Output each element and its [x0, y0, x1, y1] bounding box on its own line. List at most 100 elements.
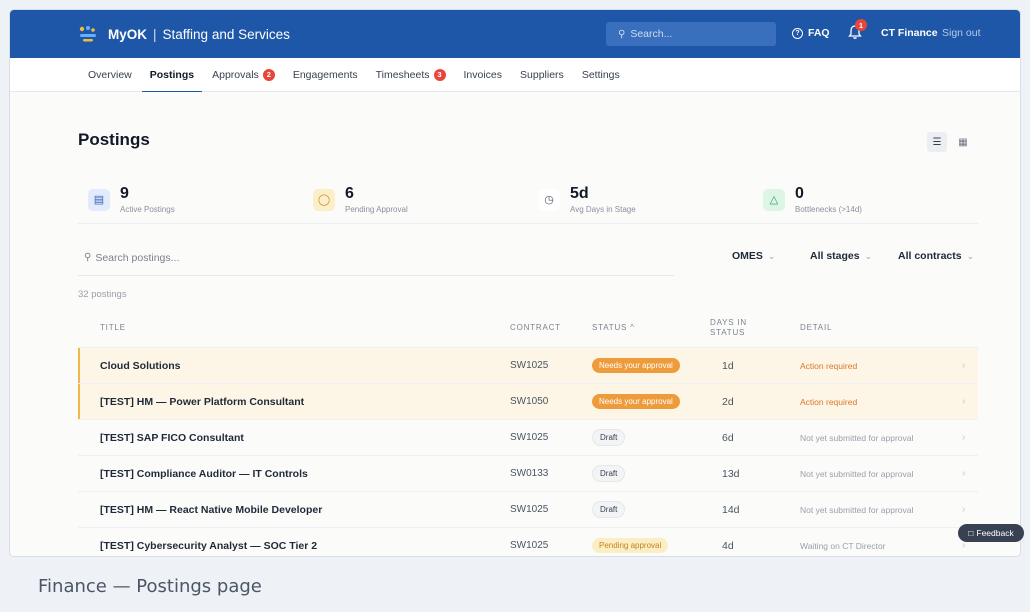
stats-bar: ▤ 9 Active Postings ◯ 6 Pending Approval ◷…	[78, 176, 978, 224]
feedback-button[interactable]: □ Feedback	[958, 524, 1024, 542]
tab-label: Engagements	[292, 68, 358, 81]
days-in-status: 1d	[722, 359, 734, 372]
detail-text: Action required	[800, 360, 858, 371]
days-header-line1: DAYS IN	[710, 318, 748, 327]
dropdown-value: All contracts	[898, 250, 962, 262]
table-row[interactable]: [TEST] SAP FICO Consultant SW1025 Draft …	[78, 420, 978, 456]
feedback-label: Feedback	[976, 528, 1014, 538]
screenshot-caption: Finance — Postings page	[38, 576, 262, 597]
faq-link[interactable]: ? FAQ	[792, 27, 830, 39]
global-search-placeholder: Search...	[630, 28, 673, 40]
tab-suppliers[interactable]: Suppliers	[520, 58, 564, 92]
stat-active-postings: ▤ 9 Active Postings	[78, 176, 303, 224]
faq-label: FAQ	[808, 27, 830, 39]
stat-value: 0	[795, 184, 804, 202]
tab-approvals[interactable]: Approvals 2	[212, 58, 275, 92]
view-toggle: ☰ ▦	[927, 132, 973, 152]
global-search-input[interactable]: ⚲ Search...	[606, 22, 776, 46]
status-badge: Draft	[592, 465, 626, 482]
status-badge: Needs your approval	[592, 358, 680, 373]
main-nav: Overview Postings Approvals 2 Engagements…	[10, 58, 1020, 93]
chevron-right-icon: ›	[962, 432, 966, 443]
detail-text: Action required	[800, 396, 858, 407]
column-header-status[interactable]: STATUS ^	[592, 308, 635, 348]
app-window: MyOK | Staffing and Services ⚲ Search...…	[10, 10, 1020, 556]
tab-label: Invoices	[463, 68, 503, 81]
detail-text: Not yet submitted for approval	[800, 504, 914, 515]
chevron-down-icon: ⌄	[864, 251, 873, 261]
days-in-status: 13d	[722, 467, 740, 480]
tab-postings[interactable]: Postings	[141, 58, 203, 93]
postings-search-placeholder: Search postings...	[95, 251, 180, 264]
status-header-label: STATUS	[592, 323, 628, 332]
dropdown-value: All stages	[810, 250, 860, 262]
stat-label: Avg Days in Stage	[570, 204, 636, 214]
tab-invoices[interactable]: Invoices	[464, 58, 503, 92]
postings-count: 32 postings	[78, 289, 127, 300]
brand[interactable]: MyOK | Staffing and Services	[108, 27, 290, 42]
warning-icon: △	[763, 188, 785, 211]
detail-text: Not yet submitted for approval	[800, 432, 914, 443]
tab-label: Approvals	[212, 68, 259, 81]
table-row[interactable]: Cloud Solutions SW1025 Needs your approv…	[78, 348, 978, 384]
search-icon: ⚲	[84, 252, 92, 263]
column-header-title[interactable]: TITLE	[100, 308, 126, 348]
org-name: CT Finance	[881, 27, 938, 39]
brand-name: MyOK	[108, 26, 148, 42]
top-bar: MyOK | Staffing and Services ⚲ Search...…	[10, 10, 1020, 58]
postings-table-body: Cloud Solutions SW1025 Needs your approv…	[78, 348, 978, 556]
stat-pending-approval: ◯ 6 Pending Approval	[303, 176, 528, 224]
tab-label: Suppliers	[520, 68, 564, 81]
tab-engagements[interactable]: Engagements	[293, 58, 358, 92]
omes-filter-dropdown[interactable]: OMES ⌄	[732, 250, 775, 262]
status-cell: Draft	[592, 465, 626, 482]
status-cell: Draft	[592, 429, 626, 446]
contract-code: SW1025	[510, 504, 549, 515]
stages-filter-dropdown[interactable]: All stages ⌄	[810, 250, 872, 262]
contracts-filter-dropdown[interactable]: All contracts ⌄	[898, 250, 974, 262]
detail-text: Not yet submitted for approval	[800, 468, 914, 479]
chevron-right-icon: ›	[962, 504, 966, 515]
contract-code: SW1025	[510, 360, 549, 371]
signout-link[interactable]: Sign out	[942, 27, 981, 39]
stat-bottlenecks: △ 0 Bottlenecks (>14d)	[753, 176, 978, 224]
status-cell: Needs your approval	[592, 394, 680, 409]
stat-value: 5d	[570, 184, 589, 202]
posting-title: [TEST] SAP FICO Consultant	[100, 431, 244, 444]
grid-view-icon[interactable]: ▦	[953, 132, 973, 152]
posting-title: Cloud Solutions	[100, 359, 181, 372]
brand-separator: |	[153, 26, 157, 42]
tab-settings[interactable]: Settings	[582, 58, 620, 92]
posting-title: [TEST] HM — Power Platform Consultant	[100, 395, 305, 408]
status-cell: Pending approval	[592, 538, 669, 553]
column-header-detail[interactable]: DETAIL	[800, 308, 832, 348]
tab-timesheets[interactable]: Timesheets 3	[376, 58, 446, 92]
contract-code: SW1025	[510, 432, 549, 443]
column-header-days[interactable]: DAYS IN STATUS	[710, 308, 747, 348]
status-badge: Needs your approval	[592, 394, 680, 409]
days-in-status: 2d	[722, 395, 734, 408]
question-icon: ?	[792, 27, 803, 39]
table-row[interactable]: [TEST] Cybersecurity Analyst — SOC Tier …	[78, 528, 978, 556]
column-header-contract[interactable]: CONTRACT	[510, 308, 561, 348]
status-badge: Pending approval	[592, 538, 669, 553]
contract-code: SW1025	[510, 540, 549, 551]
table-row[interactable]: [TEST] HM — Power Platform Consultant SW…	[78, 384, 978, 420]
chevron-right-icon: ›	[962, 360, 966, 371]
tab-label: Postings	[149, 68, 195, 81]
tab-overview[interactable]: Overview	[88, 58, 132, 92]
status-badge: Draft	[592, 429, 626, 446]
table-row[interactable]: [TEST] HM — React Native Mobile Develope…	[78, 492, 978, 528]
clock-icon: ◷	[538, 188, 560, 211]
table-row[interactable]: [TEST] Compliance Auditor — IT Controls …	[78, 456, 978, 492]
tab-label: Overview	[88, 68, 132, 81]
dropdown-value: OMES	[732, 250, 763, 262]
detail-text: Waiting on CT Director	[800, 540, 886, 551]
chat-icon: □	[968, 528, 974, 538]
timesheets-badge: 3	[433, 68, 446, 81]
main-content: Postings ☰ ▦ ▤ 9 Active Postings ◯ 6 Pendi…	[10, 92, 1020, 556]
status-badge: Draft	[592, 501, 626, 518]
postings-search-input[interactable]: ⚲ Search postings...	[78, 240, 674, 276]
days-header-line2: STATUS	[710, 328, 746, 337]
list-view-icon[interactable]: ☰	[927, 132, 947, 152]
